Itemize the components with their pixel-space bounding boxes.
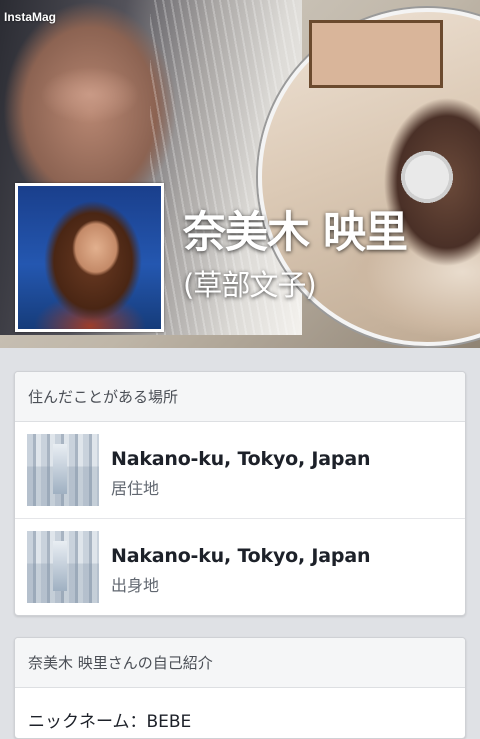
watermark-label: InstaMag [4,10,57,24]
intro-card-header: 奈美木 映里さんの自己紹介 [15,638,465,688]
place-row-hometown[interactable]: Nakano-ku, Tokyo, Japan 出身地 [15,519,465,615]
places-lived-card: 住んだことがある場所 Nakano-ku, Tokyo, Japan 居住地 N… [14,371,466,616]
place-thumbnail[interactable] [27,434,99,506]
picture-frame [309,20,443,88]
cover-photo[interactable]: InstaMag 奈美木 映里 (草部文子) [0,0,480,348]
place-type: 居住地 [111,479,160,498]
avatar[interactable] [15,183,164,332]
intro-nickname-line: ニックネーム：BEBE [28,712,192,732]
intro-card: 奈美木 映里さんの自己紹介 ニックネーム：BEBE [14,637,466,739]
place-name[interactable]: Nakano-ku, Tokyo, Japan [111,545,370,567]
places-card-header: 住んだことがある場所 [15,372,465,422]
profile-alternate-name: (草部文子) [183,268,317,302]
place-type: 出身地 [111,576,160,595]
place-thumbnail[interactable] [27,531,99,603]
place-name[interactable]: Nakano-ku, Tokyo, Japan [111,448,370,470]
place-row-current[interactable]: Nakano-ku, Tokyo, Japan 居住地 [15,422,465,519]
profile-name: 奈美木 映里 [183,208,408,258]
